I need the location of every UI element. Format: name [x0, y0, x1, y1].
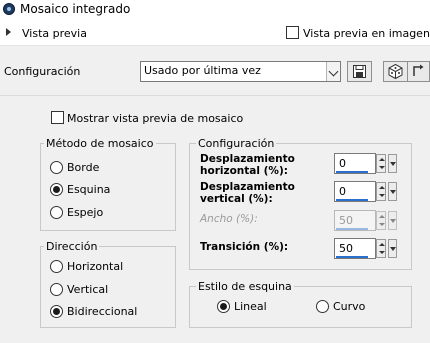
save-preset-button[interactable]: [347, 61, 372, 82]
width-value: 50: [339, 214, 353, 227]
horizontal-shift-value: 0: [339, 157, 346, 170]
method-corner-label[interactable]: Esquina: [67, 183, 110, 196]
image-preview-label[interactable]: Vista previa en imagen: [303, 27, 430, 40]
show-mosaic-preview-checkbox[interactable]: [51, 111, 64, 124]
method-mirror-label[interactable]: Espejo: [67, 206, 103, 219]
vertical-shift-spinner-icon[interactable]: [376, 182, 386, 201]
configuration-label: Configuración: [4, 65, 81, 78]
random-dice-icon: [388, 63, 403, 80]
corner-curved-radio[interactable]: [316, 300, 329, 313]
corner-linear-radio[interactable]: [217, 300, 230, 313]
reset-icon: [413, 64, 424, 76]
direction-horizontal-radio[interactable]: [50, 260, 63, 273]
corner-style-title: Estilo de esquina: [196, 280, 294, 293]
width-bar: [336, 228, 368, 230]
transition-spinner-icon[interactable]: [376, 239, 386, 258]
width-spinner-icon: [376, 211, 386, 230]
vertical-shift-bar: [336, 199, 368, 201]
direction-vertical-label[interactable]: Vertical: [67, 283, 108, 296]
width-dropdown-icon: [388, 211, 397, 230]
image-preview-checkbox[interactable]: [286, 26, 299, 39]
method-corner-radio[interactable]: [50, 183, 63, 196]
direction-bidirectional-label[interactable]: Bidireccional: [67, 305, 137, 318]
horizontal-shift-dropdown-icon[interactable]: [388, 154, 397, 173]
vertical-shift-value: 0: [339, 185, 346, 198]
randomize-button[interactable]: [383, 61, 408, 82]
transition-bar: [336, 256, 368, 258]
settings-title: Configuración: [196, 137, 277, 150]
expand-arrow-icon[interactable]: [6, 28, 11, 36]
method-edge-radio[interactable]: [50, 161, 63, 174]
vertical-shift-dropdown-icon[interactable]: [388, 182, 397, 201]
horizontal-shift-bar: [336, 171, 368, 173]
horizontal-shift-label: Desplazamiento horizontal (%):: [200, 153, 295, 177]
save-icon: [353, 65, 366, 78]
window-title: Mosaico integrado: [20, 2, 131, 16]
horizontal-shift-spinner-icon[interactable]: [376, 154, 386, 173]
transition-value: 50: [339, 242, 353, 255]
direction-bidirectional-radio[interactable]: [50, 305, 63, 318]
direction-vertical-radio[interactable]: [50, 283, 63, 296]
direction-horizontal-label[interactable]: Horizontal: [67, 260, 123, 273]
show-mosaic-preview-label[interactable]: Mostrar vista previa de mosaico: [67, 112, 243, 125]
mosaic-method-title: Método de mosaico: [44, 137, 156, 150]
reset-button[interactable]: [407, 61, 430, 82]
preset-dropdown-value: Usado por última vez: [144, 64, 261, 77]
transition-label: Transición (%):: [200, 241, 289, 253]
transition-dropdown-icon[interactable]: [388, 239, 397, 258]
preview-toggle-label[interactable]: Vista previa: [22, 27, 87, 40]
direction-title: Dirección: [44, 240, 100, 253]
vertical-shift-label: Desplazamiento vertical (%):: [200, 181, 295, 205]
method-mirror-radio[interactable]: [50, 206, 63, 219]
corner-curved-label[interactable]: Curvo: [333, 300, 365, 313]
method-edge-label[interactable]: Borde: [67, 161, 99, 174]
app-logo-icon: [3, 3, 15, 15]
chevron-down-icon[interactable]: [326, 62, 340, 81]
corner-linear-label[interactable]: Lineal: [234, 300, 267, 313]
width-label: Ancho (%):: [200, 213, 258, 225]
